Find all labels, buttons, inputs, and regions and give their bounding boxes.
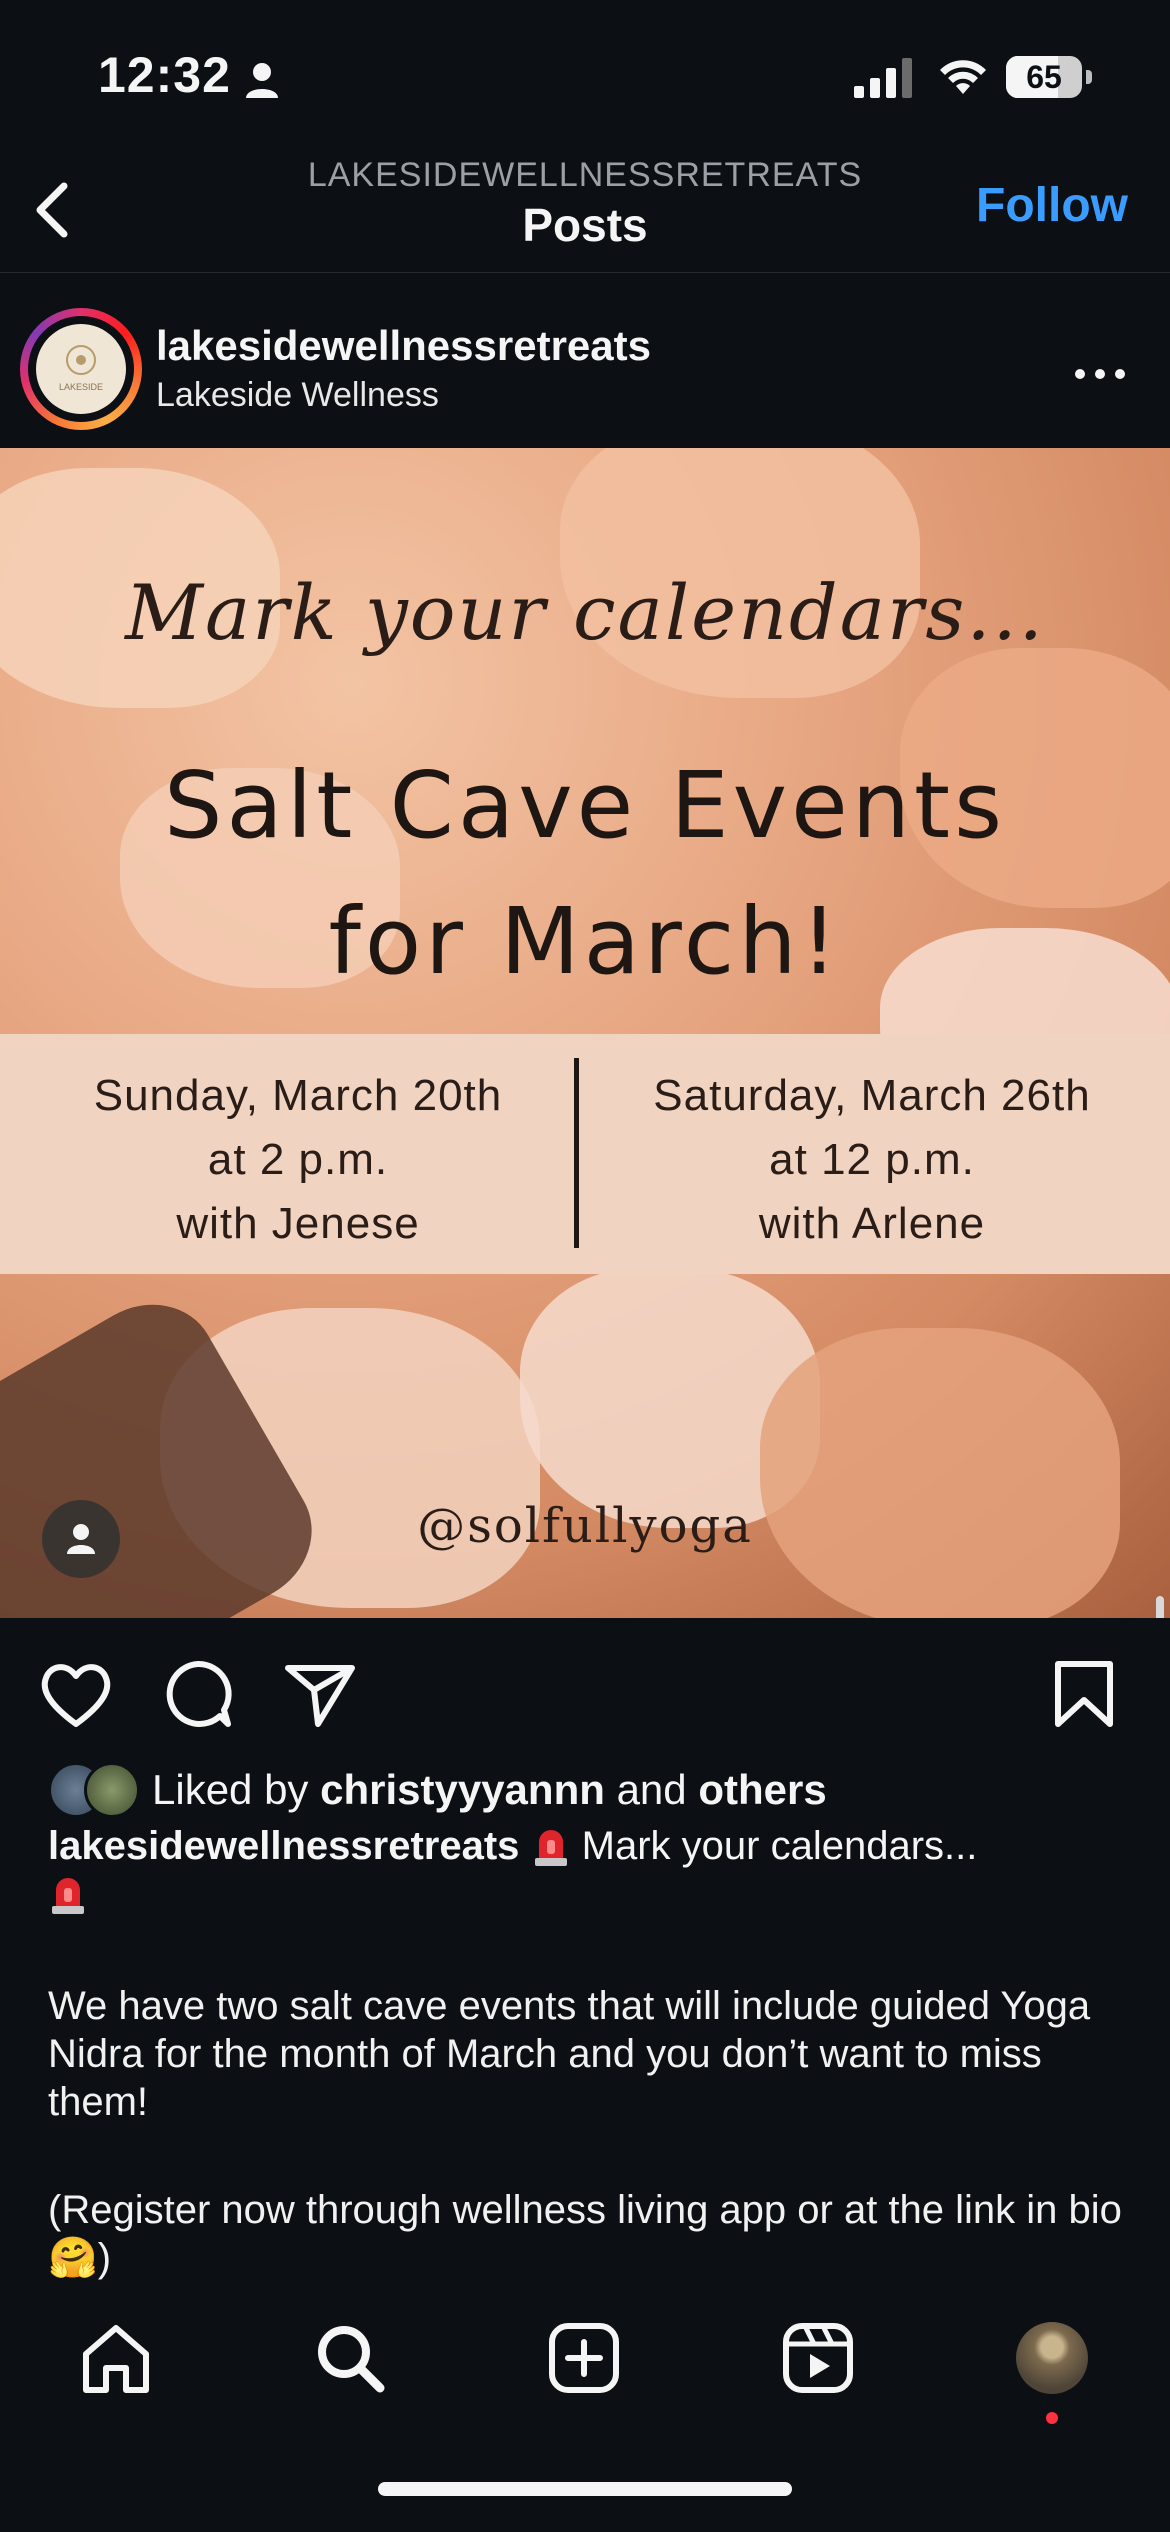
event-right: Saturday, March 26th at 12 p.m. with Arl… [592, 1064, 1152, 1256]
home-indicator[interactable] [378, 2482, 792, 2496]
event-right-day: Saturday, March 26th [653, 1071, 1091, 1120]
band-divider [574, 1058, 579, 1248]
post-username[interactable]: lakesidewellnessretreats [156, 322, 651, 370]
likes-prefix: Liked by [152, 1766, 309, 1813]
account-avatar[interactable]: LAKESIDE [20, 308, 142, 430]
avatar-logo-text: LAKESIDE [59, 382, 103, 392]
siren-emoji-icon [531, 1822, 571, 1870]
status-time: 12:32 [98, 47, 231, 103]
reels-icon[interactable] [780, 2320, 856, 2396]
caption-first-line: Mark your calendars... [581, 1824, 978, 1868]
like-heart-icon[interactable] [36, 1654, 116, 1734]
battery-indicator: 65 [1006, 56, 1096, 100]
person-icon [246, 63, 278, 98]
cellular-signal-icon [854, 58, 912, 98]
likes-others[interactable]: others [698, 1766, 826, 1813]
wifi-icon [940, 60, 986, 94]
battery-level: 65 [1026, 59, 1062, 95]
event-right-time: at 12 p.m. [769, 1135, 975, 1184]
post-subtitle[interactable]: Lakeside Wellness [156, 376, 439, 415]
event-right-host: with Arlene [758, 1199, 986, 1248]
caption-paragraph: We have two salt cave events that will i… [48, 1984, 1091, 2124]
search-icon[interactable] [312, 2320, 388, 2396]
event-left-time: at 2 p.m. [207, 1135, 389, 1184]
comment-icon[interactable] [158, 1654, 238, 1734]
caption-username[interactable]: lakesidewellnessretreats [48, 1824, 519, 1868]
event-dates-band: Sunday, March 20th at 2 p.m. with Jenese… [0, 1034, 1170, 1274]
follow-button[interactable]: Follow [976, 178, 1128, 233]
save-bookmark-icon[interactable] [1044, 1654, 1124, 1734]
post-actions [0, 1618, 1170, 1768]
likes-text: Liked by christyyyannn and others [152, 1766, 827, 1814]
notification-dot [1046, 2412, 1058, 2424]
headline-line-1: Salt Cave Events [163, 752, 1007, 859]
more-options-icon[interactable] [1072, 364, 1128, 384]
post-header: LAKESIDE lakesidewellnessretreats Lakesi… [0, 272, 1170, 448]
likes-user[interactable]: christyyyannn [320, 1766, 605, 1813]
image-headline: Salt Cave Events for March! [0, 738, 1170, 1010]
image-handle: @solfullyoga [417, 1498, 753, 1554]
event-left-day: Sunday, March 20th [93, 1071, 503, 1120]
post-image[interactable]: Mark your calendars... Salt Cave Events … [0, 448, 1170, 1618]
event-left-host: with Jenese [176, 1199, 420, 1248]
person-tag-icon [67, 1524, 95, 1554]
tagged-people-button[interactable] [42, 1500, 120, 1578]
image-script-line: Mark your calendars... [125, 568, 1045, 657]
caption-paragraph: (Register now through wellness living ap… [48, 2188, 1122, 2280]
event-left: Sunday, March 20th at 2 p.m. with Jenese [18, 1064, 578, 1256]
headline-line-2: for March! [328, 888, 842, 995]
post-caption: lakesidewellnessretreats Mark your calen… [48, 1822, 1138, 1918]
image-scrollbar [1156, 1596, 1164, 1618]
liker-avatar [84, 1762, 140, 1818]
home-icon[interactable] [78, 2320, 154, 2396]
status-bar: 12:32 65 [0, 0, 1170, 150]
share-send-icon[interactable] [280, 1654, 360, 1734]
lakeside-logo-icon: LAKESIDE [59, 345, 103, 392]
siren-emoji-icon [48, 1870, 88, 1918]
create-post-icon[interactable] [546, 2320, 622, 2396]
profile-avatar[interactable] [1016, 2322, 1088, 2394]
top-navigation-bar: LAKESIDEWELLNESSRETREATS Posts Follow [0, 150, 1170, 273]
likes-middle: and [616, 1766, 687, 1813]
